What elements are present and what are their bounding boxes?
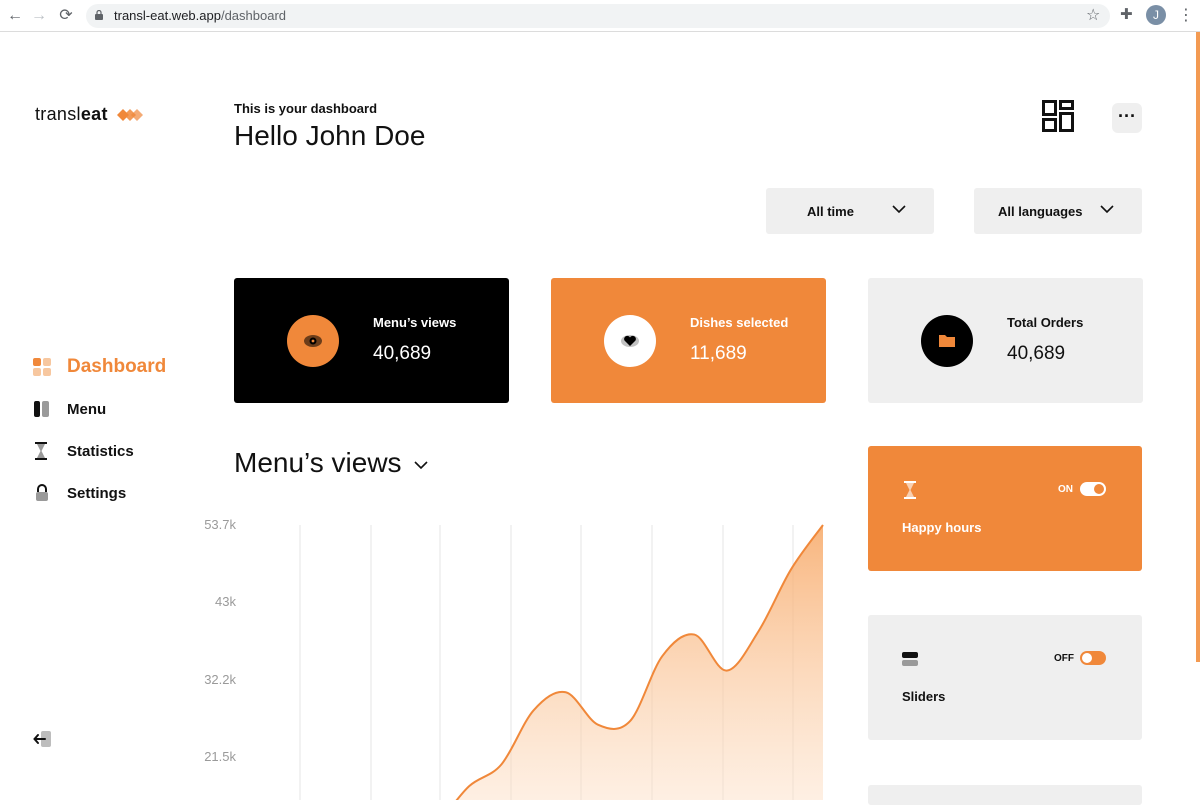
forward-arrow-icon[interactable]: → bbox=[28, 5, 50, 27]
more-options-button[interactable]: ··· bbox=[1112, 103, 1142, 133]
stat-icon-circle bbox=[604, 315, 656, 367]
sidebar-item-menu[interactable]: Menu bbox=[33, 396, 106, 422]
browser-toolbar: ← → ⟳ transl-eat.web.app/dashboard ☆ ✚ J… bbox=[0, 0, 1200, 32]
chart-title: Menu’s views bbox=[234, 447, 402, 478]
lock-icon bbox=[95, 10, 103, 20]
stat-card-menu-views[interactable]: Menu’s views 40,689 bbox=[234, 278, 509, 403]
page-subtitle: This is your dashboard bbox=[234, 101, 378, 116]
chevron-down-icon bbox=[1100, 205, 1114, 214]
chart-data-point bbox=[596, 723, 600, 727]
page-title: Hello John Doe bbox=[234, 120, 426, 151]
chart-data-point bbox=[821, 523, 825, 527]
sliders-toggle[interactable] bbox=[1080, 651, 1106, 665]
widget-sliders[interactable]: Sliders OFF bbox=[868, 615, 1142, 740]
menu-views-chart: 53.7k 43k 32.2k 21.5k bbox=[204, 517, 825, 800]
chart-data-point bbox=[660, 654, 664, 658]
widget-label: Happy hours bbox=[902, 520, 982, 535]
menu-book-icon bbox=[34, 401, 49, 417]
stat-icon-circle bbox=[287, 315, 339, 367]
chart-y-tick-label: 53.7k bbox=[204, 517, 236, 532]
qr-code-icon[interactable] bbox=[1042, 100, 1074, 132]
toggle-state-label: ON bbox=[1058, 484, 1073, 495]
chart-data-point bbox=[467, 784, 471, 788]
lock-icon bbox=[36, 484, 48, 501]
chart-data-point bbox=[789, 568, 793, 572]
sidebar-item-settings[interactable]: Settings bbox=[33, 480, 126, 506]
stat-value: 11,689 bbox=[690, 343, 747, 364]
widget-label: Sliders bbox=[902, 689, 946, 704]
sidebar-item-statistics[interactable]: Statistics bbox=[33, 438, 134, 464]
chevron-down-icon bbox=[892, 205, 906, 214]
sidebar-item-label: Dashboard bbox=[67, 356, 167, 377]
reload-icon[interactable]: ⟳ bbox=[55, 5, 77, 27]
chart-data-point bbox=[564, 690, 568, 694]
sliders-icon bbox=[902, 652, 918, 666]
chart-area-fill bbox=[405, 525, 823, 800]
scrollbar[interactable] bbox=[1196, 32, 1200, 662]
language-filter-dropdown[interactable]: All languages bbox=[974, 188, 1142, 234]
chevron-down-icon[interactable] bbox=[414, 460, 428, 470]
chart-data-point bbox=[532, 708, 536, 712]
stat-value: 40,689 bbox=[373, 343, 432, 364]
logo-diamonds-icon bbox=[117, 109, 143, 121]
chart-data-point bbox=[725, 669, 729, 673]
logout-icon[interactable] bbox=[33, 730, 53, 748]
widget-happy-hours[interactable]: Happy hours ON bbox=[868, 446, 1142, 571]
sidebar-item-label: Menu bbox=[67, 400, 107, 418]
bookmark-star-icon[interactable]: ☆ bbox=[1086, 5, 1100, 25]
chart-data-point bbox=[692, 633, 696, 637]
extensions-icon[interactable]: ✚ bbox=[1120, 5, 1133, 23]
sidebar-item-dashboard[interactable]: Dashboard bbox=[33, 354, 166, 380]
stat-card-total-orders[interactable]: Total Orders 40,689 bbox=[868, 278, 1143, 403]
time-filter-label: All time bbox=[807, 203, 854, 219]
chart-data-point bbox=[499, 762, 503, 766]
hourglass-icon bbox=[904, 481, 916, 499]
happy-hours-toggle[interactable] bbox=[1080, 482, 1106, 496]
chart-y-tick-label: 21.5k bbox=[204, 749, 236, 764]
folder-icon bbox=[939, 335, 955, 347]
stat-label: Total Orders bbox=[1007, 315, 1084, 330]
language-filter-label: All languages bbox=[998, 203, 1083, 219]
time-filter-dropdown[interactable]: All time bbox=[766, 188, 934, 234]
widget-partial[interactable] bbox=[868, 785, 1142, 805]
stat-value: 40,689 bbox=[1007, 343, 1066, 364]
toggle-state-label: OFF bbox=[1054, 653, 1074, 664]
stat-icon-circle bbox=[921, 315, 973, 367]
toggle-knob bbox=[1094, 484, 1104, 494]
hourglass-icon bbox=[35, 442, 47, 460]
chart-data-point bbox=[628, 719, 632, 723]
sidebar-item-label: Settings bbox=[67, 484, 127, 502]
chart-data-point bbox=[757, 629, 761, 633]
dashboard-grid-icon bbox=[33, 358, 51, 376]
chart-y-tick-label: 43k bbox=[215, 594, 236, 609]
browser-menu-icon[interactable]: ⋮ bbox=[1178, 5, 1194, 25]
url-text: transl-eat.web.app/dashboard bbox=[114, 8, 287, 23]
address-bar[interactable]: transl-eat.web.app/dashboard bbox=[86, 4, 1110, 28]
chart-y-tick-label: 32.2k bbox=[204, 672, 236, 687]
stat-label: Menu’s views bbox=[373, 315, 457, 330]
heart-icon bbox=[621, 335, 639, 347]
stat-card-dishes-selected[interactable]: Dishes selected 11,689 bbox=[551, 278, 826, 403]
eye-icon bbox=[304, 335, 322, 347]
back-arrow-icon[interactable]: ← bbox=[4, 5, 26, 27]
profile-avatar[interactable]: J bbox=[1146, 5, 1166, 25]
sidebar-item-label: Statistics bbox=[67, 442, 134, 460]
toggle-knob bbox=[1082, 653, 1092, 663]
stat-label: Dishes selected bbox=[690, 315, 789, 330]
brand-logo: transleat bbox=[35, 104, 108, 124]
